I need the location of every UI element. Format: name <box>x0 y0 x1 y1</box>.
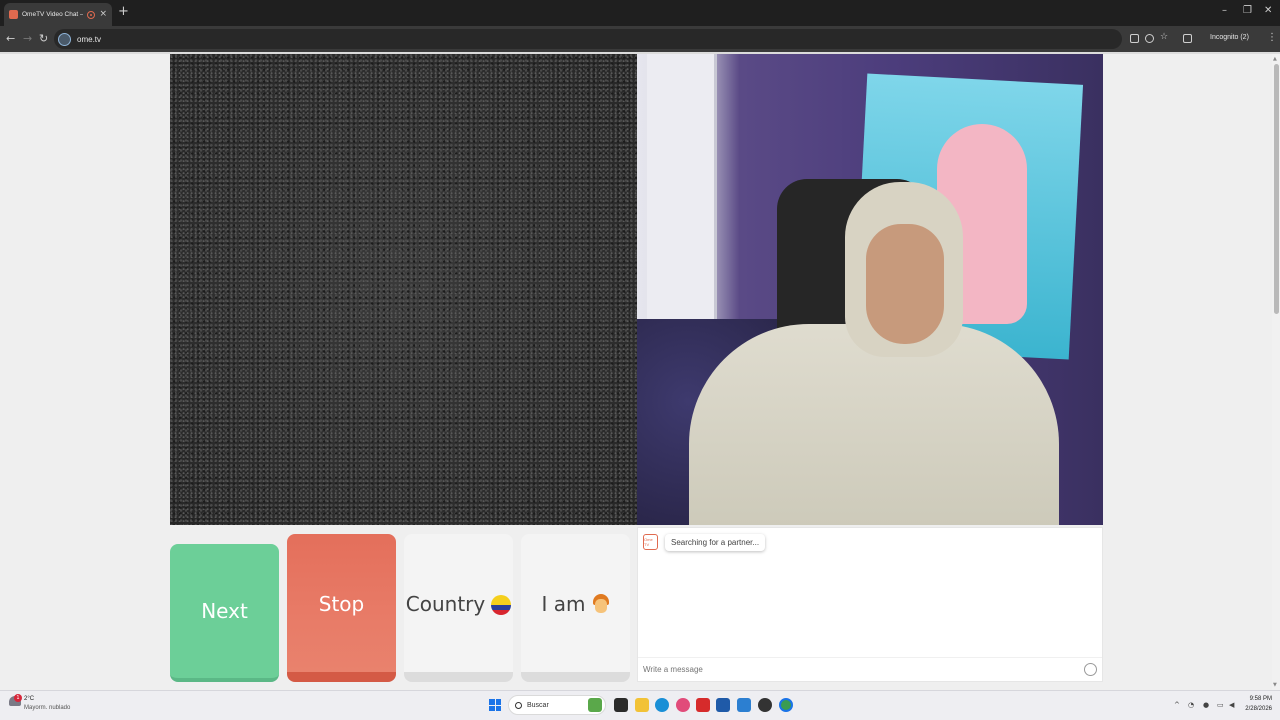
next-button-label: Next <box>201 599 248 623</box>
stop-button-label: Stop <box>318 592 365 616</box>
gender-button[interactable]: I am <box>521 534 630 682</box>
app-a-icon[interactable] <box>737 698 751 712</box>
new-tab-button[interactable]: + <box>118 5 129 19</box>
browser-menu-icon[interactable]: ⋮ <box>1267 32 1277 43</box>
tray-overflow-icon[interactable]: ^ <box>1174 701 1180 709</box>
minimize-button[interactable]: – <box>1222 5 1227 16</box>
scroll-up-icon[interactable]: ▲ <box>1273 56 1277 62</box>
taskbar-clock[interactable]: 9:58 PM 2/28/2026 <box>1242 694 1272 714</box>
scrollbar-thumb[interactable] <box>1274 64 1279 314</box>
gender-button-label: I am <box>541 592 586 616</box>
forward-button[interactable]: → <box>23 33 32 44</box>
recording-indicator-icon <box>87 10 96 19</box>
partner-video <box>170 54 637 525</box>
stop-button[interactable]: Stop <box>287 534 396 682</box>
task-view-icon[interactable] <box>614 698 628 712</box>
next-button[interactable]: Next <box>170 544 279 682</box>
chat-panel: Ome TV Searching for a partner... <box>637 527 1103 682</box>
network-icon[interactable]: ▭ <box>1217 701 1224 709</box>
translate-icon[interactable] <box>1130 34 1139 43</box>
browser-tab[interactable]: OmeTV Video Chat — Ome × <box>4 3 112 26</box>
photos-app-icon[interactable] <box>676 698 690 712</box>
video-person-face <box>866 224 944 344</box>
browser-toolbar: ← → ↻ ome.tv ☆ Incognito (2) ⋮ <box>0 26 1280 52</box>
address-bar[interactable]: ome.tv <box>54 29 1122 49</box>
self-camera-video <box>637 54 1103 525</box>
status-message: Searching for a partner... <box>665 534 766 551</box>
app-l-icon[interactable] <box>696 698 710 712</box>
close-window-button[interactable]: ✕ <box>1264 5 1272 16</box>
colombia-flag-icon <box>491 595 512 615</box>
ometv-logo-icon: Ome TV <box>643 534 658 550</box>
chrome-icon[interactable] <box>779 698 793 712</box>
site-info-icon[interactable] <box>58 32 71 46</box>
clock-time: 9:58 PM <box>1249 696 1272 702</box>
video-background-door <box>647 54 717 354</box>
tray-app-icon[interactable]: ◔ <box>1188 701 1194 709</box>
app-dark-icon[interactable] <box>758 698 772 712</box>
side-panel-icon[interactable] <box>1183 34 1192 43</box>
windows-start-icon[interactable] <box>489 699 501 711</box>
tab-strip: OmeTV Video Chat — Ome × + – ❐ ✕ <box>0 0 1280 26</box>
restore-button[interactable]: ❐ <box>1243 5 1252 16</box>
widgets-app-icon[interactable] <box>588 698 602 712</box>
emoji-icon[interactable] <box>1084 663 1097 676</box>
bookmark-star-icon[interactable]: ☆ <box>1160 32 1169 42</box>
message-input-row <box>638 657 1102 681</box>
taskbar-search-label: Buscar <box>527 701 549 709</box>
boy-emoji-icon <box>592 594 610 616</box>
reload-button[interactable]: ↻ <box>39 33 48 44</box>
tab-title: OmeTV Video Chat — Ome <box>22 11 83 18</box>
incognito-indicator[interactable]: Incognito (2) <box>1210 34 1249 41</box>
taskbar: 1 2°C Mayorm. nublado Buscar ^ ◔ ● ▭ ◀ 9… <box>0 690 1280 720</box>
edge-browser-icon[interactable] <box>655 698 669 712</box>
weather-temperature[interactable]: 2°C <box>24 696 34 702</box>
microphone-icon[interactable]: ● <box>1203 701 1209 709</box>
weather-description[interactable]: Mayorm. nublado <box>24 705 70 711</box>
country-button-label: Country <box>405 592 486 616</box>
ometv-favicon-icon <box>9 10 18 19</box>
eye-off-icon[interactable] <box>1145 34 1154 43</box>
search-icon <box>515 701 522 709</box>
tab-close-icon[interactable]: × <box>99 10 107 19</box>
volume-icon[interactable]: ◀ <box>1229 701 1234 709</box>
url-text: ome.tv <box>77 34 102 44</box>
scroll-down-icon[interactable]: ▼ <box>1273 682 1277 688</box>
clock-date: 2/28/2026 <box>1245 706 1272 712</box>
file-explorer-icon[interactable] <box>635 698 649 712</box>
store-app-icon[interactable] <box>716 698 730 712</box>
country-button[interactable]: Country <box>404 534 513 682</box>
message-input[interactable] <box>643 665 1063 674</box>
weather-alert-badge: 1 <box>14 694 22 702</box>
back-button[interactable]: ← <box>6 33 15 44</box>
